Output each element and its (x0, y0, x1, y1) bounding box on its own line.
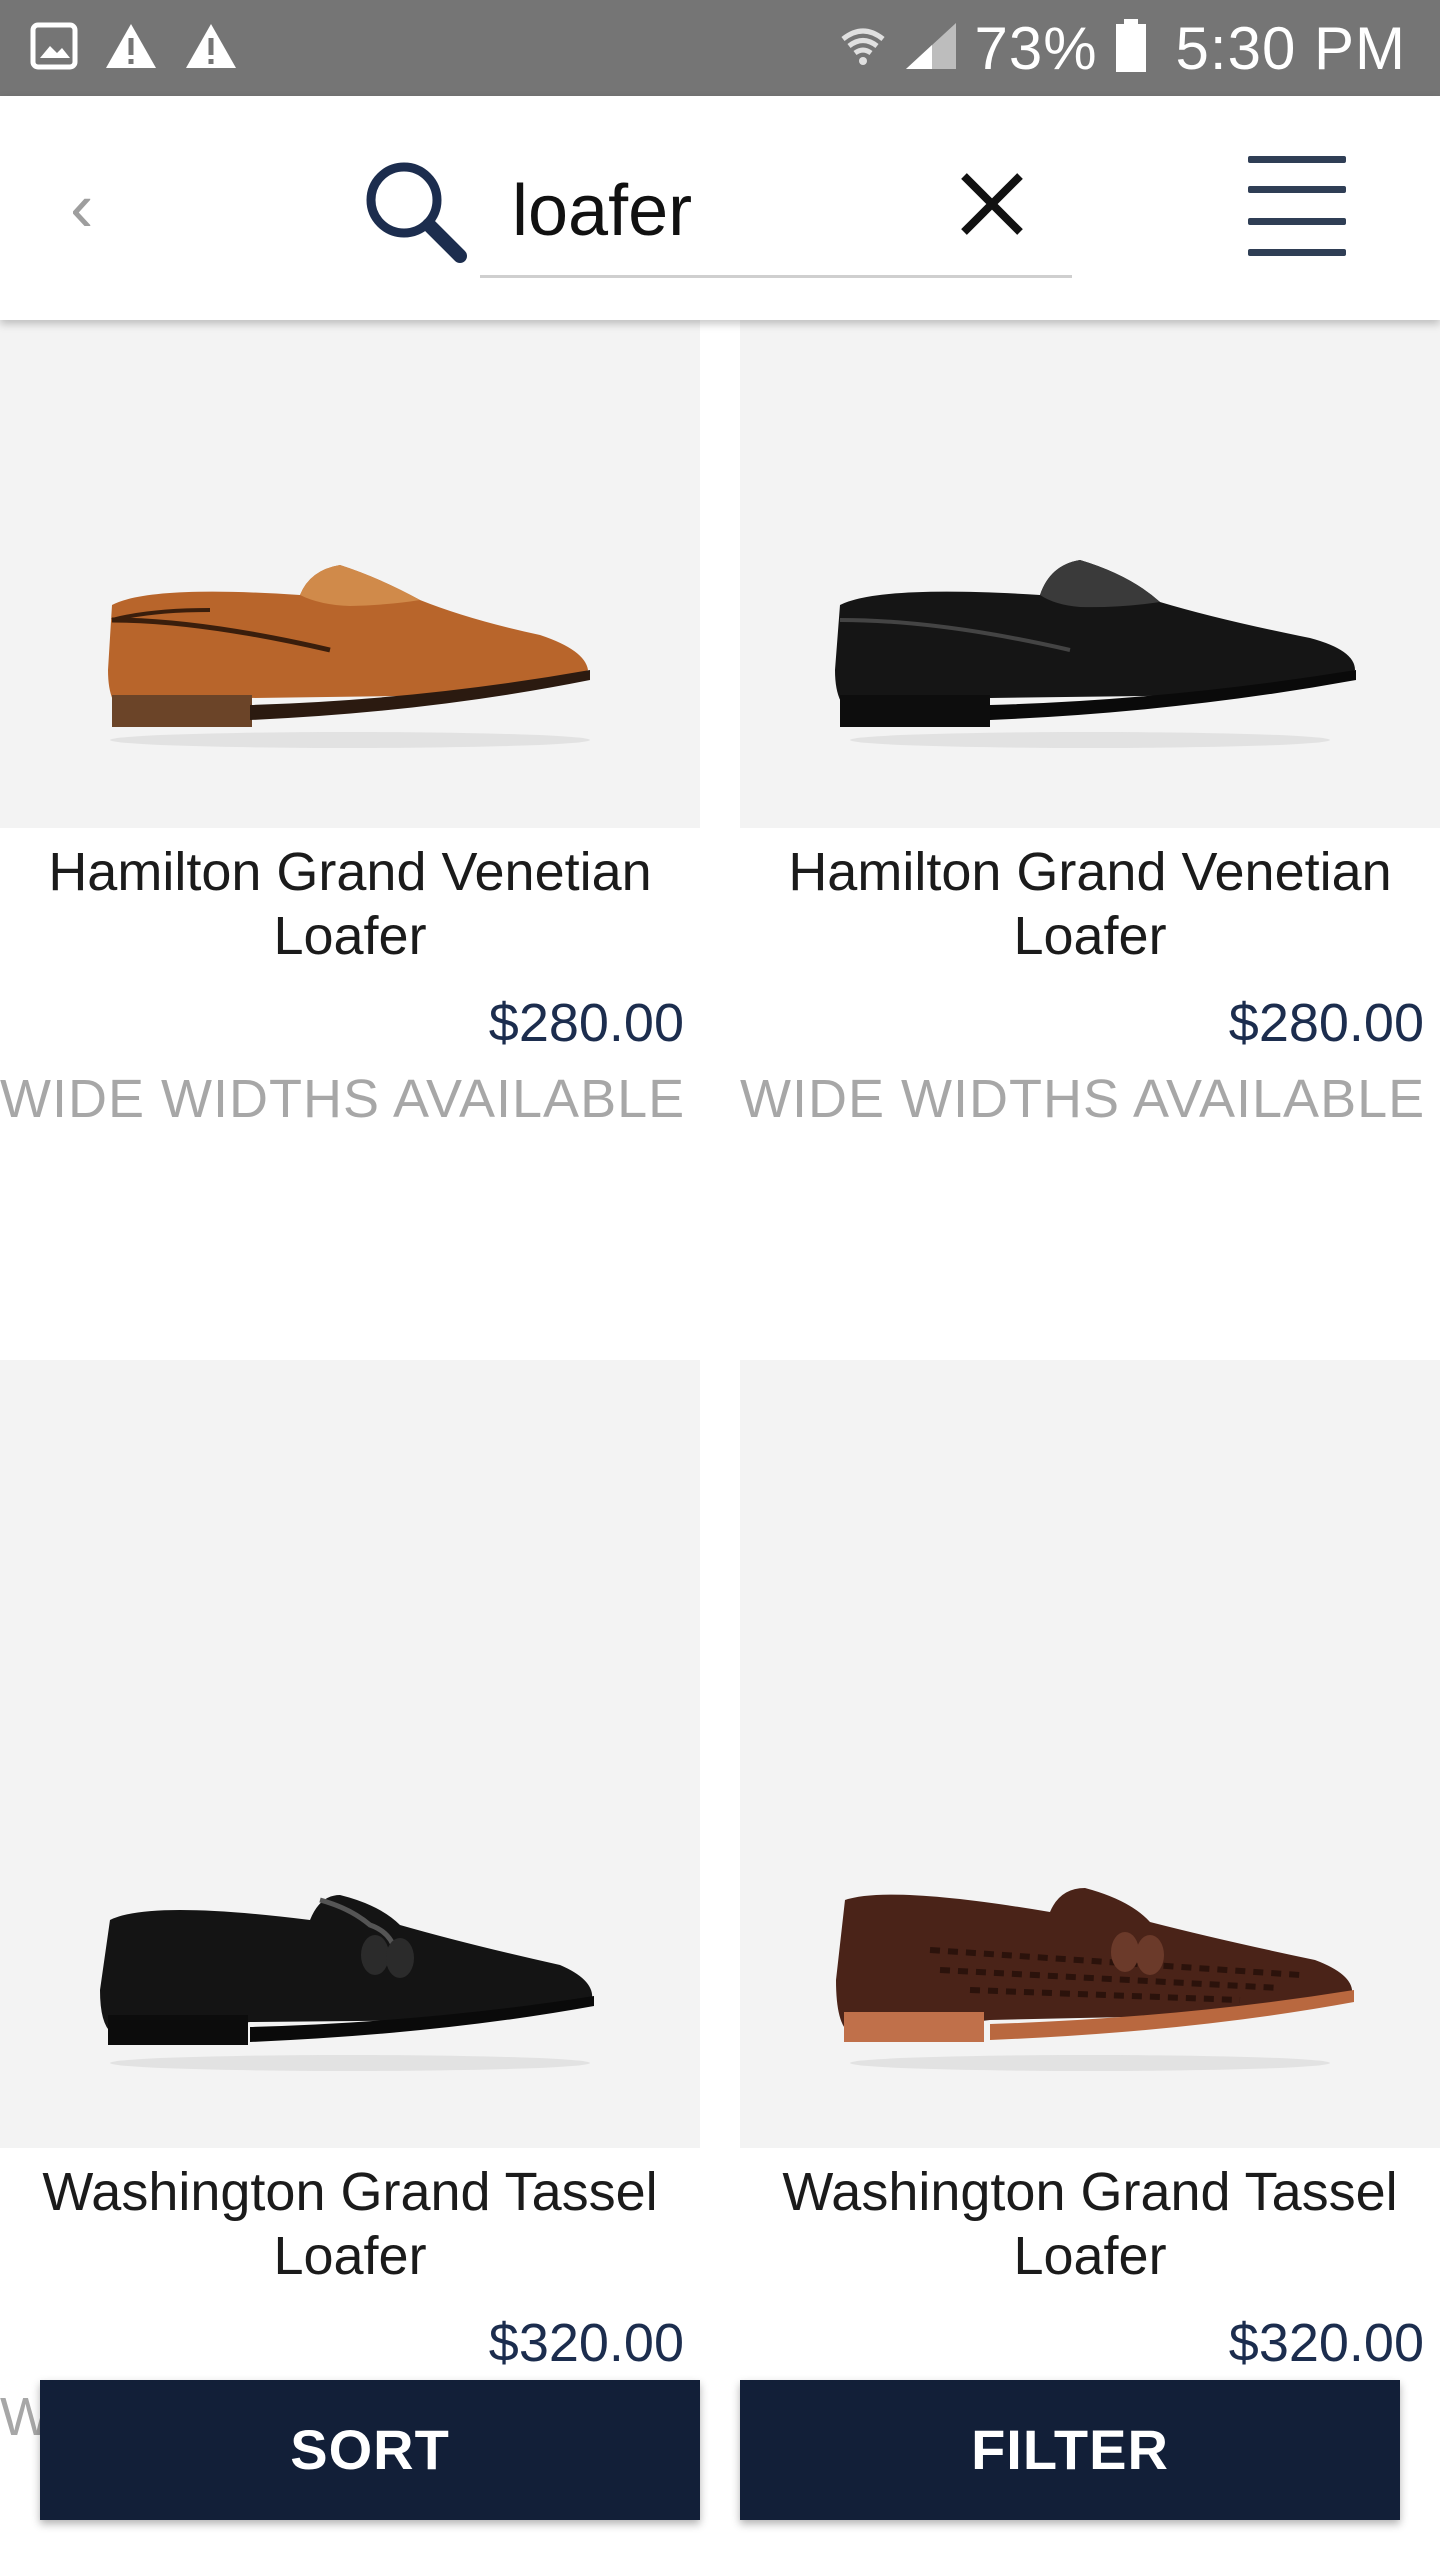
product-name[interactable]: Washington Grand Tassel Loafer (740, 2160, 1440, 2288)
product-card[interactable]: Hamilton Grand Venetian Loafer $280.00 W… (740, 320, 1440, 1140)
hamburger-icon-line (1248, 249, 1346, 256)
battery-icon (1114, 18, 1148, 78)
product-card[interactable]: Washington Grand Tassel Loafer $320.00 (0, 1360, 700, 2380)
product-image[interactable] (740, 1360, 1440, 2148)
product-price: $280.00 (488, 993, 684, 1053)
hamburger-icon (1248, 156, 1346, 163)
product-price: $320.00 (1228, 2313, 1424, 2373)
status-left-icons (30, 22, 238, 75)
chevron-left-icon: ‹ (70, 168, 94, 246)
page: 73% 5:30 PM ‹ loafer Hamilton Grand Vene… (0, 0, 1440, 2560)
battery-percentage: 73% (974, 14, 1098, 82)
product-card[interactable]: Hamilton Grand Venetian Loafer $280.00 W… (0, 320, 700, 1140)
signal-icon (904, 21, 958, 76)
status-time: 5:30 PM (1175, 14, 1406, 82)
tassel-loafer-brown-image (836, 1888, 1354, 2071)
search-header: ‹ (0, 96, 1440, 320)
filter-button[interactable]: FILTER (740, 2380, 1400, 2520)
product-price: $280.00 (1228, 993, 1424, 1053)
wide-widths-note: WIDE WIDTHS AVAILABLE (740, 1069, 1426, 1129)
product-name[interactable]: Hamilton Grand Venetian Loafer (0, 840, 700, 968)
gallery-notification-icon (30, 22, 78, 75)
close-icon (961, 173, 1023, 235)
search-icon (360, 156, 470, 266)
back-button[interactable]: ‹ (70, 172, 120, 242)
product-card[interactable]: Washington Grand Tassel Loafer $320.00 (740, 1360, 1440, 2380)
wifi-icon (838, 21, 888, 76)
hamburger-icon-line (1248, 218, 1346, 225)
clear-search-button[interactable] (958, 170, 1026, 238)
product-image[interactable] (0, 1360, 700, 2148)
wide-widths-note: WIDE WIDTHS AVAILABLE (0, 1069, 686, 1129)
loafer-black-image (835, 560, 1356, 748)
sort-button[interactable]: SORT (40, 2380, 700, 2520)
product-image[interactable] (740, 320, 1440, 828)
product-image[interactable] (0, 320, 700, 828)
status-right: 73% 5:30 PM (838, 12, 1406, 84)
hamburger-icon-line (1248, 186, 1346, 193)
status-bar: 73% 5:30 PM (0, 0, 1440, 96)
warning-icon (104, 22, 158, 75)
menu-button[interactable] (1248, 156, 1346, 256)
product-price: $320.00 (488, 2313, 684, 2373)
warning-icon (184, 22, 238, 75)
loafer-tan-image (108, 565, 590, 748)
tassel-loafer-black-image (100, 1895, 594, 2071)
product-name[interactable]: Hamilton Grand Venetian Loafer (740, 840, 1440, 968)
product-name[interactable]: Washington Grand Tassel Loafer (0, 2160, 700, 2288)
